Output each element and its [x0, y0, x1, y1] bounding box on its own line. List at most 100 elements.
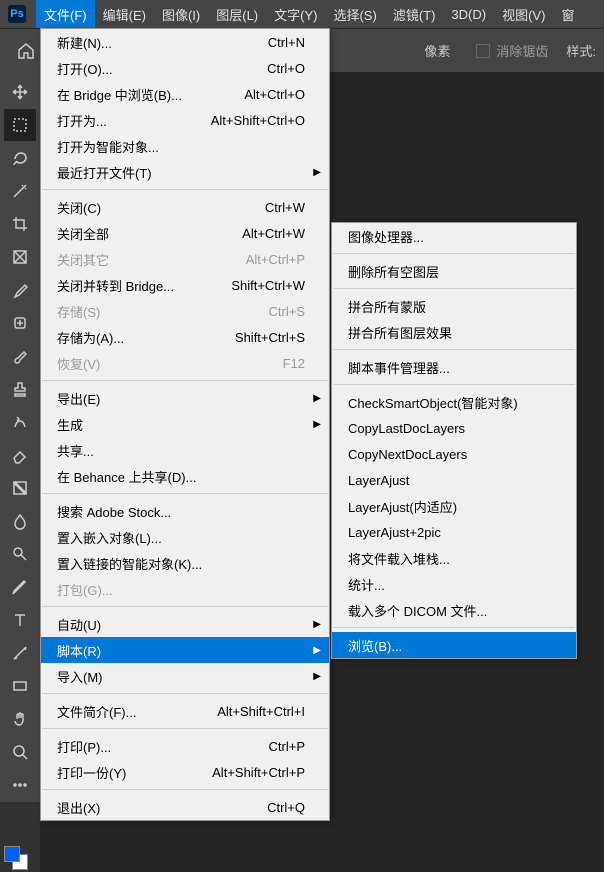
menu-item-label: 导入(M)	[57, 667, 305, 686]
scripts-item-16[interactable]: 统计...	[332, 571, 576, 597]
menu-item-shortcut: Alt+Shift+Ctrl+I	[217, 704, 305, 719]
scripts-item-15[interactable]: 将文件载入堆栈...	[332, 545, 576, 571]
file-item-15[interactable]: 导出(E)▶	[41, 385, 329, 411]
tool-crop[interactable]	[4, 208, 36, 240]
tool-marquee[interactable]	[4, 109, 36, 141]
scripts-item-14[interactable]: LayerAjust+2pic	[332, 519, 576, 545]
menu-item-shortcut: Shift+Ctrl+W	[231, 278, 305, 293]
tool-hand[interactable]	[4, 703, 36, 735]
scripts-item-4[interactable]: 拼合所有蒙版	[332, 293, 576, 319]
menu-9[interactable]: 窗	[553, 0, 582, 28]
menu-item-label: 存储(S)	[57, 302, 269, 321]
file-item-17[interactable]: 共享...	[41, 437, 329, 463]
menu-item-label: 导出(E)	[57, 389, 305, 408]
file-item-0[interactable]: 新建(N)...Ctrl+N	[41, 29, 329, 55]
menu-4[interactable]: 文字(Y)	[266, 0, 325, 28]
file-item-7[interactable]: 关闭(C)Ctrl+W	[41, 194, 329, 220]
tool-eraser[interactable]	[4, 439, 36, 471]
menu-item-label: 生成	[57, 415, 305, 434]
tool-history[interactable]	[4, 406, 36, 438]
menu-item-label: 文件简介(F)...	[57, 702, 217, 721]
tool-blur[interactable]	[4, 505, 36, 537]
menu-1[interactable]: 编辑(E)	[95, 0, 154, 28]
menu-item-label: 删除所有空图层	[348, 262, 552, 281]
scripts-item-7[interactable]: 脚本事件管理器...	[332, 354, 576, 380]
tool-pen[interactable]	[4, 571, 36, 603]
file-item-5[interactable]: 最近打开文件(T)▶	[41, 159, 329, 185]
tool-more[interactable]	[4, 769, 36, 801]
menu-item-shortcut: Ctrl+S	[269, 304, 305, 319]
menubar: Ps 文件(F)编辑(E)图像(I)图层(L)文字(Y)选择(S)滤镜(T)3D…	[0, 0, 604, 28]
file-item-21[interactable]: 置入嵌入对象(L)...	[41, 524, 329, 550]
scripts-item-13[interactable]: LayerAjust(内适应)	[332, 493, 576, 519]
file-item-20[interactable]: 搜索 Adobe Stock...	[41, 498, 329, 524]
file-item-25[interactable]: 自动(U)▶	[41, 611, 329, 637]
menu-5[interactable]: 选择(S)	[325, 0, 384, 28]
scripts-item-0[interactable]: 图像处理器...	[332, 223, 576, 249]
menu-item-label: 图像处理器...	[348, 227, 552, 246]
tool-wand[interactable]	[4, 175, 36, 207]
file-item-13: 恢复(V)F12	[41, 350, 329, 376]
scripts-item-19[interactable]: 浏览(B)...	[332, 632, 576, 658]
menu-7[interactable]: 3D(D)	[443, 0, 494, 28]
file-item-11: 存储(S)Ctrl+S	[41, 298, 329, 324]
scripts-item-9[interactable]: CheckSmartObject(智能对象)	[332, 389, 576, 415]
file-item-27[interactable]: 导入(M)▶	[41, 663, 329, 689]
tool-dodge[interactable]	[4, 538, 36, 570]
menu-3[interactable]: 图层(L)	[208, 0, 266, 28]
tool-rect[interactable]	[4, 670, 36, 702]
menu-item-label: 自动(U)	[57, 615, 305, 634]
file-item-34[interactable]: 退出(X)Ctrl+Q	[41, 794, 329, 820]
file-item-29[interactable]: 文件简介(F)...Alt+Shift+Ctrl+I	[41, 698, 329, 724]
menu-0[interactable]: 文件(F)	[36, 0, 95, 28]
tool-zoom[interactable]	[4, 736, 36, 768]
file-item-22[interactable]: 置入链接的智能对象(K)...	[41, 550, 329, 576]
scripts-item-5[interactable]: 拼合所有图层效果	[332, 319, 576, 345]
menu-item-label: LayerAjust+2pic	[348, 525, 552, 540]
menu-item-label: CopyNextDocLayers	[348, 447, 552, 462]
scripts-separator	[333, 627, 575, 628]
tool-lasso[interactable]	[4, 142, 36, 174]
color-swatch[interactable]	[4, 846, 28, 870]
antialias-label: 消除锯齿	[496, 41, 548, 60]
tool-gradient[interactable]	[4, 472, 36, 504]
file-separator	[42, 789, 328, 790]
menu-6[interactable]: 滤镜(T)	[385, 0, 444, 28]
home-icon[interactable]	[8, 33, 44, 69]
file-item-16[interactable]: 生成▶	[41, 411, 329, 437]
menu-item-shortcut: Alt+Ctrl+O	[244, 87, 305, 102]
tool-eyedrop[interactable]	[4, 274, 36, 306]
tool-stamp[interactable]	[4, 373, 36, 405]
scripts-separator	[333, 349, 575, 350]
file-item-1[interactable]: 打开(O)...Ctrl+O	[41, 55, 329, 81]
tool-frame[interactable]	[4, 241, 36, 273]
file-item-18[interactable]: 在 Behance 上共享(D)...	[41, 463, 329, 489]
file-item-10[interactable]: 关闭并转到 Bridge...Shift+Ctrl+W	[41, 272, 329, 298]
file-item-4[interactable]: 打开为智能对象...	[41, 133, 329, 159]
menu-item-label: 搜索 Adobe Stock...	[57, 502, 305, 521]
file-item-32[interactable]: 打印一份(Y)Alt+Shift+Ctrl+P	[41, 759, 329, 785]
tool-brush[interactable]	[4, 340, 36, 372]
menu-2[interactable]: 图像(I)	[154, 0, 208, 28]
tool-heal[interactable]	[4, 307, 36, 339]
scripts-separator	[333, 253, 575, 254]
tool-path[interactable]	[4, 637, 36, 669]
menu-8[interactable]: 视图(V)	[494, 0, 553, 28]
file-item-3[interactable]: 打开为...Alt+Shift+Ctrl+O	[41, 107, 329, 133]
submenu-arrow-icon: ▶	[313, 645, 321, 656]
file-item-8[interactable]: 关闭全部Alt+Ctrl+W	[41, 220, 329, 246]
tool-type[interactable]	[4, 604, 36, 636]
file-item-31[interactable]: 打印(P)...Ctrl+P	[41, 733, 329, 759]
file-item-2[interactable]: 在 Bridge 中浏览(B)...Alt+Ctrl+O	[41, 81, 329, 107]
tool-move[interactable]	[4, 76, 36, 108]
file-item-26[interactable]: 脚本(R)▶	[41, 637, 329, 663]
scripts-item-17[interactable]: 载入多个 DICOM 文件...	[332, 597, 576, 623]
file-separator	[42, 189, 328, 190]
foreground-color[interactable]	[4, 846, 20, 862]
scripts-item-10[interactable]: CopyLastDocLayers	[332, 415, 576, 441]
file-item-12[interactable]: 存储为(A)...Shift+Ctrl+S	[41, 324, 329, 350]
antialias-checkbox[interactable]	[476, 44, 490, 58]
scripts-item-12[interactable]: LayerAjust	[332, 467, 576, 493]
scripts-item-2[interactable]: 删除所有空图层	[332, 258, 576, 284]
scripts-item-11[interactable]: CopyNextDocLayers	[332, 441, 576, 467]
